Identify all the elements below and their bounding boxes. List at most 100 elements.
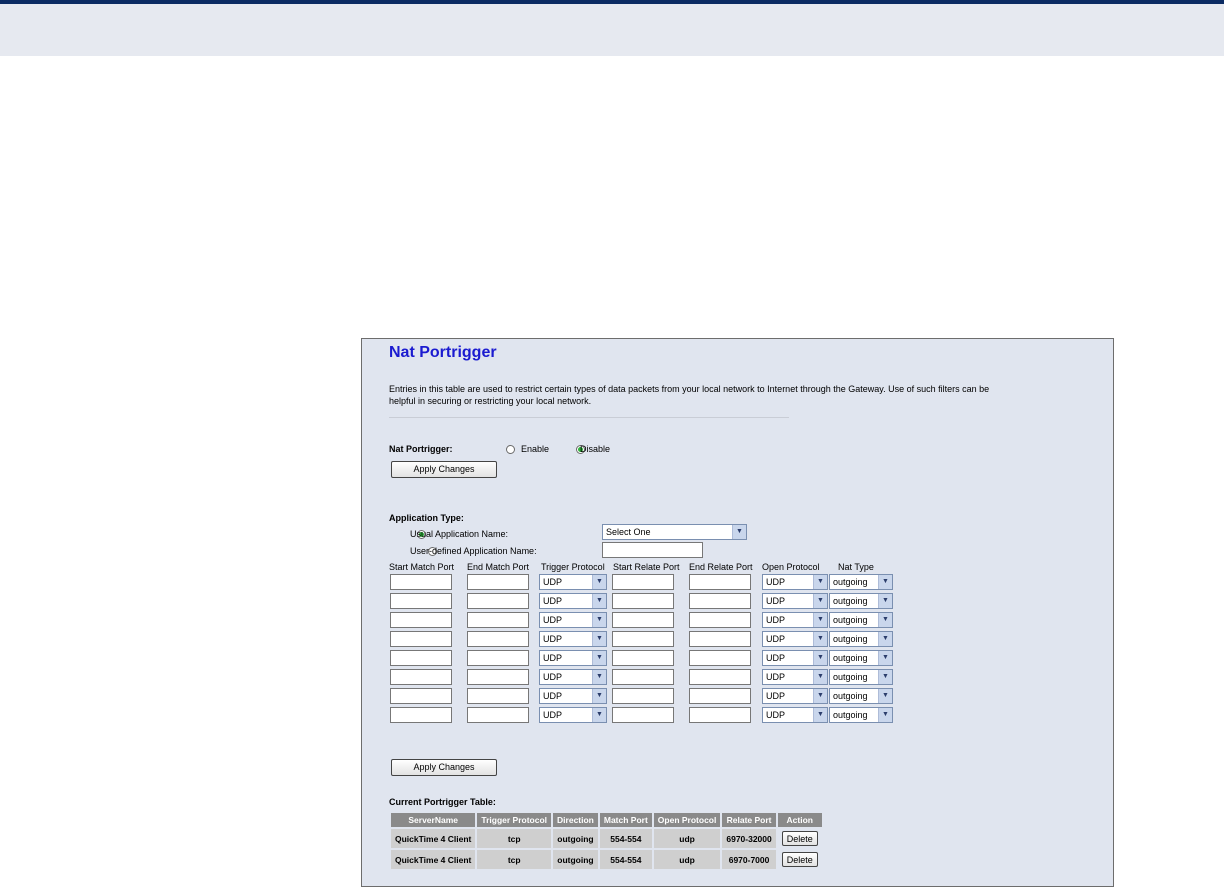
open-protocol-select[interactable]: UDP ▼ <box>762 631 828 647</box>
start-relate-port-input[interactable] <box>612 574 674 590</box>
end-match-port-input[interactable] <box>467 631 529 647</box>
start-match-port-input[interactable] <box>390 707 452 723</box>
end-match-port-input[interactable] <box>467 574 529 590</box>
end-relate-port-input[interactable] <box>689 688 751 704</box>
divider <box>389 417 789 418</box>
table-cell: tcp <box>477 850 552 869</box>
open-protocol-select[interactable]: UDP ▼ <box>762 650 828 666</box>
chevron-down-icon: ▼ <box>592 575 606 589</box>
chevron-down-icon: ▼ <box>878 708 892 722</box>
chevron-down-icon: ▼ <box>592 670 606 684</box>
end-relate-port-input[interactable] <box>689 631 751 647</box>
chevron-down-icon: ▼ <box>878 632 892 646</box>
start-match-port-input[interactable] <box>390 669 452 685</box>
action-cell: Delete <box>778 829 822 848</box>
nat-type-select[interactable]: outgoing ▼ <box>829 574 893 590</box>
open-protocol-select[interactable]: UDP ▼ <box>762 669 828 685</box>
nat-type-select[interactable]: outgoing ▼ <box>829 688 893 704</box>
start-match-port-input[interactable] <box>390 574 452 590</box>
start-relate-port-input[interactable] <box>612 593 674 609</box>
table-cell: udp <box>653 850 721 869</box>
open-protocol-select[interactable]: UDP ▼ <box>762 612 828 628</box>
start-relate-port-input[interactable] <box>612 631 674 647</box>
usual-app-select[interactable]: Select One ▼ <box>602 524 747 540</box>
action-cell: Delete <box>778 850 822 869</box>
chevron-down-icon: ▼ <box>592 594 606 608</box>
nat-type-select[interactable]: outgoing ▼ <box>829 593 893 609</box>
chevron-down-icon: ▼ <box>813 651 827 665</box>
table-cell: outgoing <box>553 829 598 848</box>
table-cell: QuickTime 4 Client <box>391 850 476 869</box>
end-match-port-input[interactable] <box>467 650 529 666</box>
start-match-port-input[interactable] <box>390 612 452 628</box>
open-protocol-select[interactable]: UDP ▼ <box>762 593 828 609</box>
chevron-down-icon: ▼ <box>732 525 746 539</box>
enable-label: Enable <box>521 444 550 454</box>
start-relate-port-input[interactable] <box>612 650 674 666</box>
chevron-down-icon: ▼ <box>592 651 606 665</box>
start-relate-port-input[interactable] <box>612 669 674 685</box>
open-protocol-select[interactable]: UDP ▼ <box>762 574 828 590</box>
delete-button[interactable]: Delete <box>781 831 818 846</box>
start-relate-port-input[interactable] <box>612 707 674 723</box>
end-match-port-input[interactable] <box>467 593 529 609</box>
trigger-protocol-select[interactable]: UDP ▼ <box>539 593 607 609</box>
start-match-port-input[interactable] <box>390 650 452 666</box>
trigger-protocol-select[interactable]: UDP ▼ <box>539 669 607 685</box>
chevron-down-icon: ▼ <box>878 575 892 589</box>
table-row: QuickTime 4 Client tcp outgoing 554-554 udp 6… <box>391 850 822 869</box>
end-relate-port-input[interactable] <box>689 574 751 590</box>
nat-type-select[interactable]: outgoing ▼ <box>829 707 893 723</box>
trigger-protocol-select[interactable]: UDP ▼ <box>539 574 607 590</box>
chevron-down-icon: ▼ <box>813 594 827 608</box>
application-type-label: Application Type: <box>389 513 464 523</box>
chevron-down-icon: ▼ <box>813 613 827 627</box>
table-cell: 6970-7000 <box>722 850 776 869</box>
chevron-down-icon: ▼ <box>813 670 827 684</box>
chevron-down-icon: ▼ <box>878 594 892 608</box>
end-relate-port-input[interactable] <box>689 612 751 628</box>
table-header-cell: Relate Port <box>722 813 776 827</box>
trigger-protocol-select[interactable]: UDP ▼ <box>539 612 607 628</box>
chevron-down-icon: ▼ <box>813 689 827 703</box>
table-cell: QuickTime 4 Client <box>391 829 476 848</box>
delete-button[interactable]: Delete <box>781 852 818 867</box>
end-relate-port-input[interactable] <box>689 650 751 666</box>
start-match-port-input[interactable] <box>390 593 452 609</box>
user-app-input[interactable] <box>602 542 703 558</box>
chevron-down-icon: ▼ <box>592 689 606 703</box>
end-match-port-input[interactable] <box>467 707 529 723</box>
nat-type-select[interactable]: outgoing ▼ <box>829 612 893 628</box>
table-body: QuickTime 4 Client tcp outgoing 554-554 udp 6… <box>391 829 822 869</box>
nat-portrigger-panel: Nat Portrigger Entries in this table are… <box>361 338 1114 887</box>
col-start-relate-port: Start Relate Port <box>613 562 680 572</box>
current-table-label: Current Portrigger Table: <box>389 797 496 807</box>
trigger-protocol-select[interactable]: UDP ▼ <box>539 631 607 647</box>
nat-type-select[interactable]: outgoing ▼ <box>829 650 893 666</box>
apply-changes-button-2[interactable]: Apply Changes <box>391 759 497 776</box>
trigger-protocol-select[interactable]: UDP ▼ <box>539 707 607 723</box>
open-protocol-select[interactable]: UDP ▼ <box>762 688 828 704</box>
nat-type-select[interactable]: outgoing ▼ <box>829 631 893 647</box>
start-match-port-input[interactable] <box>390 631 452 647</box>
table-header-row: ServerName Trigger Protocol Direction Match… <box>391 813 822 827</box>
end-relate-port-input[interactable] <box>689 593 751 609</box>
trigger-protocol-select[interactable]: UDP ▼ <box>539 688 607 704</box>
end-match-port-input[interactable] <box>467 669 529 685</box>
end-relate-port-input[interactable] <box>689 669 751 685</box>
trigger-protocol-select[interactable]: UDP ▼ <box>539 650 607 666</box>
start-relate-port-input[interactable] <box>612 688 674 704</box>
open-protocol-select[interactable]: UDP ▼ <box>762 707 828 723</box>
apply-changes-button[interactable]: Apply Changes <box>391 461 497 478</box>
usual-app-label: Usual Application Name: <box>410 529 509 539</box>
table-header-cell: Match Port <box>599 813 652 827</box>
end-match-port-input[interactable] <box>467 688 529 704</box>
end-match-port-input[interactable] <box>467 612 529 628</box>
disable-label: Disable <box>580 444 611 454</box>
nat-type-select[interactable]: outgoing ▼ <box>829 669 893 685</box>
start-relate-port-input[interactable] <box>612 612 674 628</box>
end-relate-port-input[interactable] <box>689 707 751 723</box>
chevron-down-icon: ▼ <box>592 708 606 722</box>
start-match-port-input[interactable] <box>390 688 452 704</box>
enable-radio[interactable] <box>506 444 515 454</box>
